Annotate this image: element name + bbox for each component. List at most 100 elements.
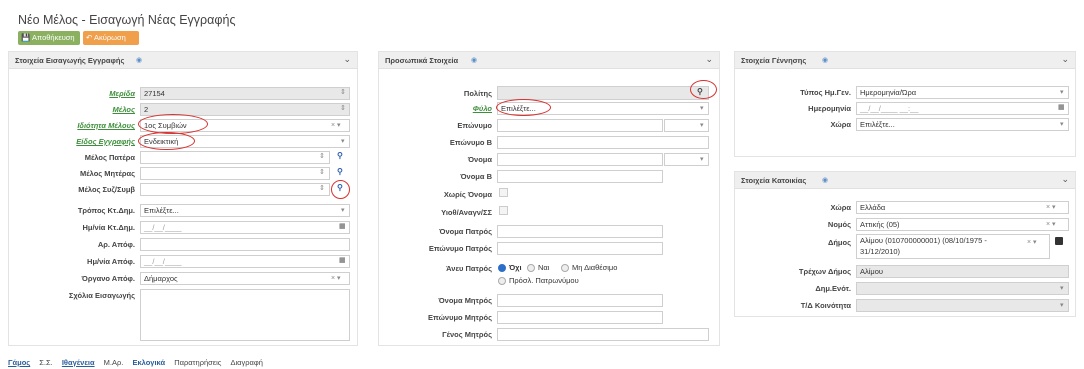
chevron-down-icon[interactable]: ⌄ bbox=[705, 54, 713, 65]
koinotita-label: Τ/Δ Κοινότητα bbox=[800, 301, 851, 310]
spinner-icon[interactable]: ⇕ bbox=[340, 88, 346, 96]
radio-oxi[interactable] bbox=[498, 264, 506, 272]
hm-gen-field[interactable]: __/__/____ __:__ bbox=[856, 102, 1069, 115]
save-icon: 💾 bbox=[21, 33, 31, 42]
genos-mitros-field[interactable] bbox=[497, 328, 709, 341]
calendar-icon[interactable]: ▦ bbox=[1058, 103, 1065, 111]
merida-field[interactable]: 27154 bbox=[140, 87, 350, 100]
sxolia-textarea[interactable] bbox=[140, 289, 350, 341]
patera-field[interactable] bbox=[140, 151, 330, 164]
clear-icon[interactable]: × ▾ bbox=[331, 274, 341, 282]
onoma-patros-field[interactable] bbox=[497, 225, 663, 238]
chevron-down-icon[interactable]: ▾ bbox=[700, 155, 704, 163]
tab-m-ar[interactable]: Μ.Αρ. bbox=[104, 358, 124, 367]
chevron-down-icon[interactable]: ⌄ bbox=[1061, 174, 1069, 185]
registration-panel-header: Στοιχεία Εισαγωγής Εγγραφής ◉ ⌄ bbox=[9, 52, 357, 69]
cancel-button[interactable]: ↶ Ακύρωση bbox=[83, 31, 139, 45]
onoma-mitros-field[interactable] bbox=[497, 294, 663, 307]
registration-panel-title: Στοιχεία Εισαγωγής Εγγραφής bbox=[15, 56, 125, 65]
eponymo-patros-field[interactable] bbox=[497, 242, 663, 255]
eye-icon[interactable]: ◉ bbox=[471, 56, 477, 64]
xora-kat-select[interactable]: Ελλάδα bbox=[856, 201, 1069, 214]
radio-prosl-patronymou[interactable] bbox=[498, 277, 506, 285]
hm-kt-field[interactable]: __/__/____ bbox=[140, 221, 350, 234]
syzygos-label: Μέλος Συζ/Συμβ bbox=[78, 185, 135, 194]
patera-label: Μέλος Πατέρα bbox=[84, 153, 135, 162]
hm-gen-value: __/__/____ __:__ bbox=[860, 104, 919, 113]
chevron-down-icon[interactable]: ▾ bbox=[341, 137, 345, 145]
chevron-down-icon[interactable]: ⌄ bbox=[1061, 54, 1069, 65]
save-button[interactable]: 💾 Αποθήκευση bbox=[18, 31, 80, 45]
red-highlight-oval bbox=[496, 99, 551, 116]
birth-panel-header: Στοιχεία Γέννησης ◉ ⌄ bbox=[735, 52, 1075, 69]
hm-apof-label: Ημ/νία Απόφ. bbox=[87, 257, 135, 266]
spinner-icon[interactable]: ⇕ bbox=[319, 152, 325, 160]
delete-icon[interactable] bbox=[1055, 237, 1063, 245]
clear-icon[interactable]: × ▾ bbox=[1046, 220, 1056, 228]
xora-gen-label: Χώρα bbox=[830, 120, 852, 129]
eye-icon[interactable]: ◉ bbox=[822, 176, 828, 184]
hm-apof-field[interactable]: __/__/____ bbox=[140, 255, 350, 268]
eponymo-label: Επώνυμο bbox=[457, 121, 492, 130]
xoris-onoma-checkbox[interactable] bbox=[499, 188, 508, 197]
tab-paratiriseis[interactable]: Παρατηρήσεις bbox=[174, 358, 221, 367]
bottom-tabs: Γάμος Σ.Σ. Ιθαγένεια Μ.Αρ. Εκλογικά Παρα… bbox=[8, 358, 270, 367]
spinner-icon[interactable]: ⇕ bbox=[319, 168, 325, 176]
politis-field[interactable] bbox=[497, 86, 709, 100]
nomos-select[interactable]: Αττικής (05) bbox=[856, 218, 1069, 231]
tab-ss[interactable]: Σ.Σ. bbox=[39, 358, 52, 367]
tab-gamos[interactable]: Γάμος bbox=[8, 358, 30, 367]
tab-ithageneia[interactable]: Ιθαγένεια bbox=[62, 358, 95, 367]
eponymo-b-field[interactable] bbox=[497, 136, 709, 149]
spinner-icon[interactable]: ⇕ bbox=[319, 184, 325, 192]
mitera-field[interactable] bbox=[140, 167, 330, 180]
calendar-icon[interactable]: ▦ bbox=[339, 222, 346, 230]
aneu-patros-label: Άνευ Πατρός bbox=[446, 264, 492, 273]
chevron-down-icon[interactable]: ▾ bbox=[1060, 88, 1064, 96]
chevron-down-icon[interactable]: ▾ bbox=[700, 121, 704, 129]
eye-icon[interactable]: ◉ bbox=[136, 56, 142, 64]
xora-gen-select[interactable]: Επιλέξτε... bbox=[856, 118, 1069, 131]
chevron-down-icon[interactable]: ▾ bbox=[1060, 284, 1064, 292]
fylo-label: Φύλο bbox=[472, 104, 492, 113]
radio-nai[interactable] bbox=[527, 264, 535, 272]
calendar-icon[interactable]: ▦ bbox=[339, 256, 346, 264]
tab-eklogika[interactable]: Εκλογικά bbox=[132, 358, 165, 367]
cancel-label: Ακύρωση bbox=[93, 33, 126, 42]
onoma-field[interactable] bbox=[497, 153, 663, 166]
birth-panel-title: Στοιχεία Γέννησης bbox=[741, 56, 807, 65]
tropos-select[interactable]: Επιλέξτε... bbox=[140, 204, 350, 217]
tab-diagrafi[interactable]: Διαγραφή bbox=[230, 358, 262, 367]
eponymo-field[interactable] bbox=[497, 119, 663, 132]
politis-label: Πολίτης bbox=[463, 89, 492, 98]
clear-icon[interactable]: × ▾ bbox=[1027, 238, 1037, 246]
chevron-down-icon[interactable]: ▾ bbox=[341, 206, 345, 214]
dimos-value-line2: 31/12/2010) bbox=[860, 247, 901, 256]
ar-apof-field[interactable] bbox=[140, 238, 350, 251]
chevron-down-icon[interactable]: ▾ bbox=[700, 104, 704, 112]
eponymo-mitros-label: Επώνυμο Μητρός bbox=[428, 313, 492, 322]
eye-icon[interactable]: ◉ bbox=[822, 56, 828, 64]
spinner-icon[interactable]: ⇕ bbox=[340, 104, 346, 112]
syzygos-field[interactable] bbox=[140, 183, 330, 196]
organo-select[interactable]: Δήμαρχος bbox=[140, 272, 350, 285]
koinotita-select[interactable] bbox=[856, 299, 1069, 312]
search-icon[interactable]: ⚲ bbox=[337, 167, 343, 176]
eponymo-mitros-field[interactable] bbox=[497, 311, 663, 324]
onoma-b-field[interactable] bbox=[497, 170, 663, 183]
eidos-label: Είδος Εγγραφής bbox=[76, 137, 135, 146]
chevron-down-icon[interactable]: ⌄ bbox=[343, 54, 351, 65]
red-highlight-oval bbox=[331, 180, 350, 199]
search-icon[interactable]: ⚲ bbox=[337, 151, 343, 160]
chevron-down-icon[interactable]: ▾ bbox=[1060, 120, 1064, 128]
yiothesia-checkbox[interactable] bbox=[499, 206, 508, 215]
radio-mh-diathesimo[interactable] bbox=[561, 264, 569, 272]
clear-icon[interactable]: × ▾ bbox=[1046, 203, 1056, 211]
dimos-select[interactable]: Αλίμου (010700000001) (08/10/1975 - 31/1… bbox=[856, 234, 1050, 259]
nomos-label: Νομός bbox=[827, 220, 851, 229]
chevron-down-icon[interactable]: ▾ bbox=[1060, 301, 1064, 309]
radio-nai-label: Ναι bbox=[538, 263, 550, 272]
typos-select[interactable]: Ημερομηνία/Ώρα bbox=[856, 86, 1069, 99]
dim-en-select[interactable] bbox=[856, 282, 1069, 295]
clear-icon[interactable]: × ▾ bbox=[331, 121, 341, 129]
